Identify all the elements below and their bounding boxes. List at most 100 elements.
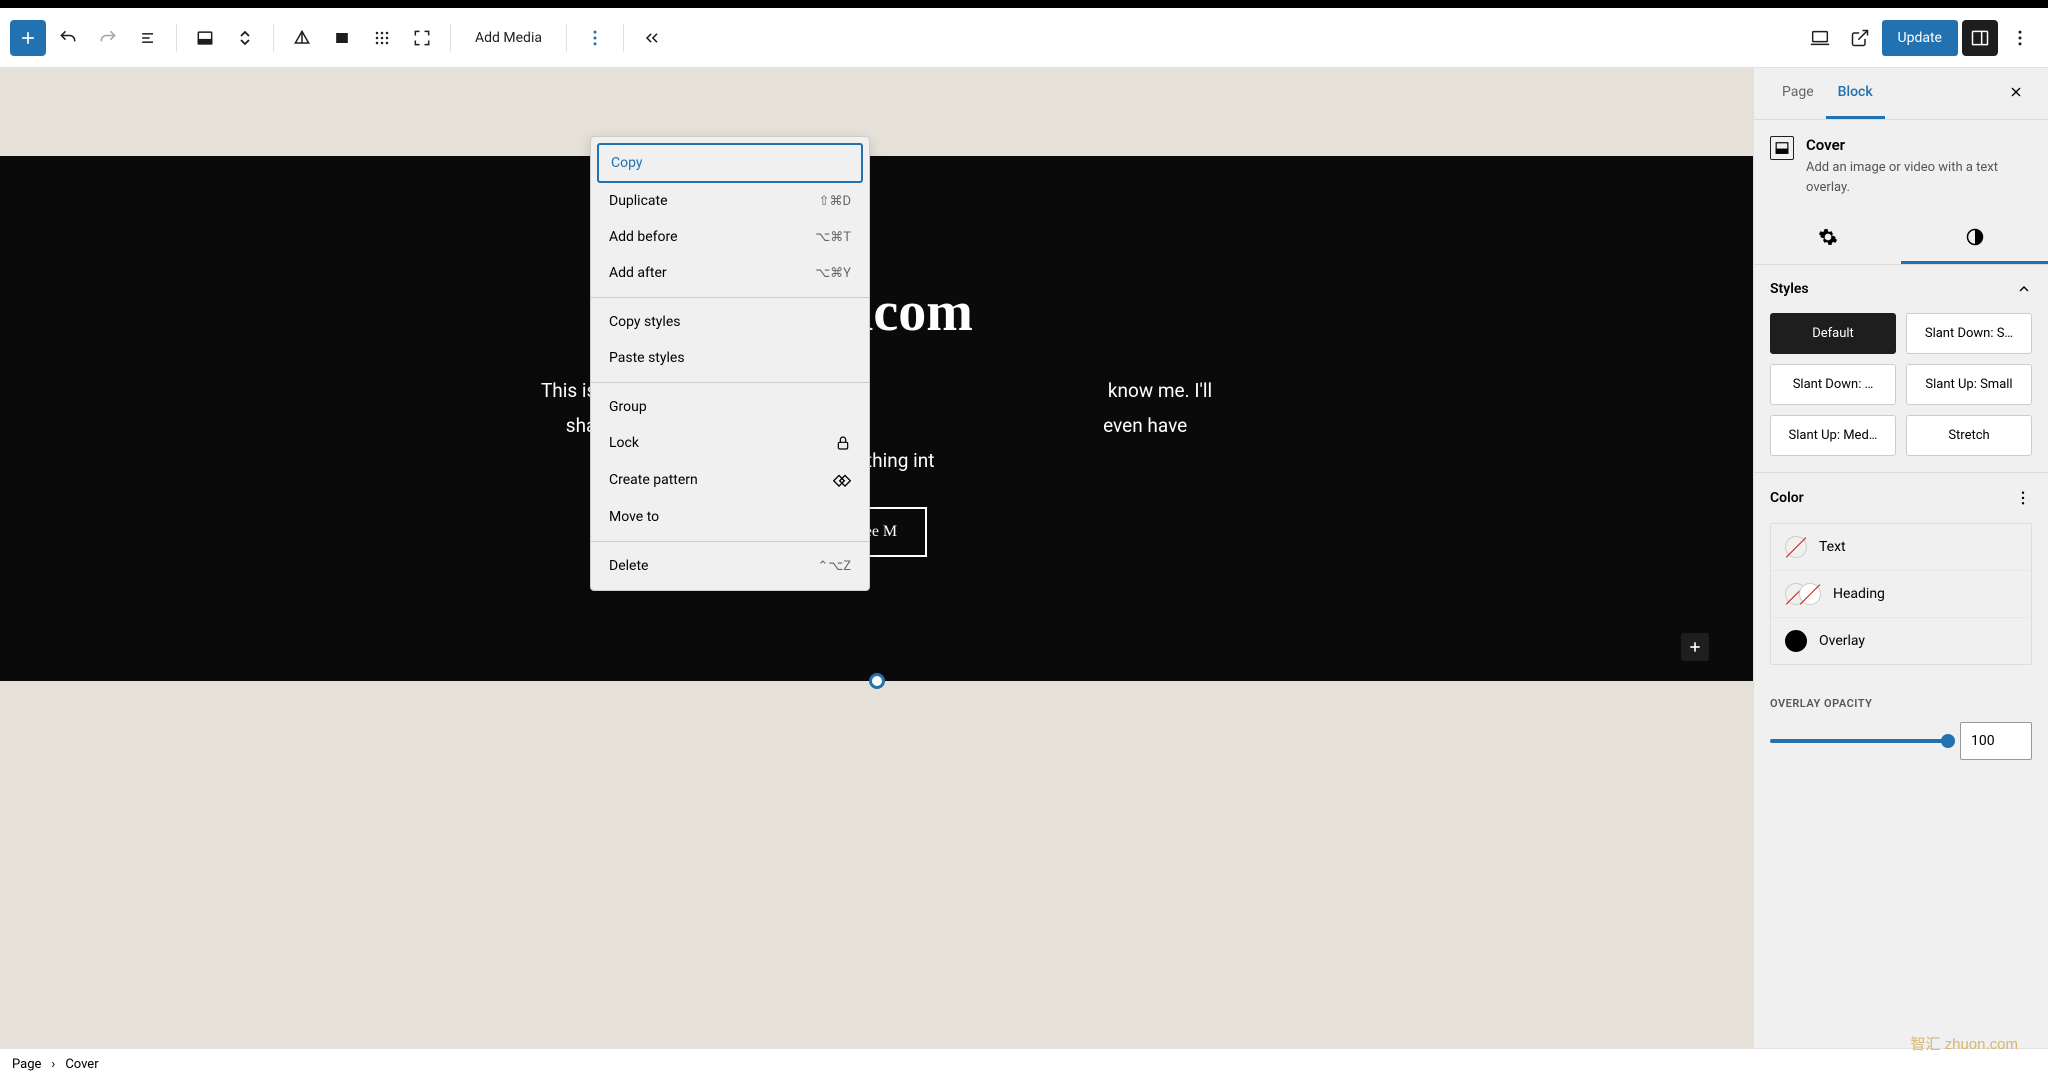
chevron-right-icon: › [51, 1057, 55, 1072]
external-link-icon [1850, 28, 1870, 48]
ctx-delete[interactable]: Delete⌃⌥Z [597, 548, 863, 584]
block-info: Cover Add an image or video with a text … [1754, 120, 2048, 213]
add-inner-block-button[interactable] [1681, 633, 1709, 661]
color-overlay[interactable]: Overlay [1771, 618, 2031, 664]
opacity-label: OVERLAY OPACITY [1770, 697, 2032, 710]
divider [623, 24, 624, 52]
breadcrumb: Page › Cover [0, 1048, 2048, 1080]
add-block-button[interactable] [10, 20, 46, 56]
color-section: Color Text Heading Overlay [1754, 473, 2048, 681]
undo-button[interactable] [50, 20, 86, 56]
view-page-button[interactable] [1842, 20, 1878, 56]
close-sidebar-button[interactable] [2000, 76, 2032, 112]
breadcrumb-root[interactable]: Page [12, 1057, 41, 1072]
ctx-copy[interactable]: Copy [597, 143, 863, 183]
sidebar-tabs: Page Block [1754, 68, 2048, 120]
dots-vertical-icon [585, 28, 605, 48]
chevrons-left-icon [642, 28, 662, 48]
drag-handle[interactable] [227, 20, 263, 56]
empty-swatch-icon [1785, 536, 1807, 558]
fill-icon [332, 28, 352, 48]
ctx-group[interactable]: Group [597, 389, 863, 425]
update-button[interactable]: Update [1882, 20, 1958, 56]
grid-icon [372, 28, 392, 48]
style-default[interactable]: Default [1770, 313, 1896, 354]
main-more-button[interactable] [2002, 20, 2038, 56]
block-context-menu: Copy Duplicate⇧⌘D Add before⌥⌘T Add afte… [590, 136, 870, 591]
align-icon [292, 28, 312, 48]
color-text[interactable]: Text [1771, 524, 2031, 571]
ctx-duplicate[interactable]: Duplicate⇧⌘D [597, 183, 863, 219]
divider [273, 24, 274, 52]
ctx-paste-styles[interactable]: Paste styles [597, 340, 863, 376]
style-stretch[interactable]: Stretch [1906, 415, 2032, 456]
color-heading[interactable]: Heading [1771, 571, 2031, 618]
empty-swatch-pair-icon [1785, 583, 1821, 605]
device-preview-button[interactable] [1802, 20, 1838, 56]
style-slant-up-small[interactable]: Slant Up: Small [1906, 364, 2032, 405]
dots-vertical-icon[interactable] [2014, 489, 2032, 507]
watermark: 智汇 zhuon.com [1910, 1033, 2018, 1054]
overlay-opacity-section: OVERLAY OPACITY [1754, 681, 2048, 776]
more-options-button[interactable] [577, 20, 613, 56]
list-icon [138, 28, 158, 48]
settings-toggle-button[interactable] [1962, 20, 1998, 56]
resize-handle[interactable] [869, 673, 885, 689]
fullscreen-button[interactable] [404, 20, 440, 56]
collapse-button[interactable] [634, 20, 670, 56]
opacity-slider[interactable] [1770, 739, 1948, 743]
settings-sidebar: Page Block Cover Add an image or video w… [1753, 68, 2048, 1048]
divider [566, 24, 567, 52]
editor-canvas[interactable]: Welcom This is my little home away fronk… [0, 68, 1753, 1048]
top-toolbar: Add Media Update [0, 8, 2048, 68]
undo-icon [58, 28, 78, 48]
close-icon [2008, 84, 2024, 100]
cover-icon [195, 28, 215, 48]
ctx-add-before[interactable]: Add before⌥⌘T [597, 219, 863, 255]
contrast-icon [1965, 227, 1985, 247]
pattern-icon [833, 471, 851, 489]
chevron-up-icon [2016, 281, 2032, 297]
ctx-lock[interactable]: Lock [597, 425, 863, 461]
sidebar-icon [1970, 28, 1990, 48]
list-view-button[interactable] [130, 20, 166, 56]
slider-thumb[interactable] [1941, 734, 1955, 748]
tab-page[interactable]: Page [1770, 68, 1826, 119]
divider [450, 24, 451, 52]
fullscreen-icon [412, 28, 432, 48]
content-position-button[interactable] [324, 20, 360, 56]
cover-block-icon [1770, 136, 1794, 160]
block-name: Cover [1806, 136, 2032, 154]
plus-icon [1687, 639, 1703, 655]
dots-vertical-icon [2010, 28, 2030, 48]
divider [176, 24, 177, 52]
align-button[interactable] [284, 20, 320, 56]
toggle-full-button[interactable] [364, 20, 400, 56]
ctx-create-pattern[interactable]: Create pattern [597, 461, 863, 499]
plus-icon [18, 28, 38, 48]
styles-section: Styles Default Slant Down: S… Slant Down… [1754, 265, 2048, 473]
breadcrumb-current[interactable]: Cover [65, 1057, 98, 1072]
black-swatch-icon [1785, 630, 1807, 652]
style-slant-down-med[interactable]: Slant Down: … [1770, 364, 1896, 405]
chevron-down-icon [239, 38, 251, 46]
laptop-icon [1809, 27, 1831, 49]
ctx-add-after[interactable]: Add after⌥⌘Y [597, 255, 863, 291]
gear-icon [1818, 227, 1838, 247]
redo-icon [98, 28, 118, 48]
ctx-copy-styles[interactable]: Copy styles [597, 304, 863, 340]
color-heading: Color [1770, 490, 1804, 506]
mode-styles[interactable] [1901, 213, 2048, 264]
styles-heading[interactable]: Styles [1754, 265, 2048, 313]
style-slant-down-small[interactable]: Slant Down: S… [1906, 313, 2032, 354]
cover-block-button[interactable] [187, 20, 223, 56]
ctx-move-to[interactable]: Move to [597, 499, 863, 535]
mode-settings[interactable] [1754, 213, 1901, 264]
tab-block[interactable]: Block [1826, 68, 1885, 119]
add-media-button[interactable]: Add Media [461, 22, 556, 54]
cover-block[interactable]: Welcom This is my little home away fronk… [0, 156, 1753, 681]
opacity-input[interactable] [1960, 722, 2032, 760]
style-slant-up-med[interactable]: Slant Up: Med… [1770, 415, 1896, 456]
redo-button[interactable] [90, 20, 126, 56]
chevron-up-icon [239, 30, 251, 38]
